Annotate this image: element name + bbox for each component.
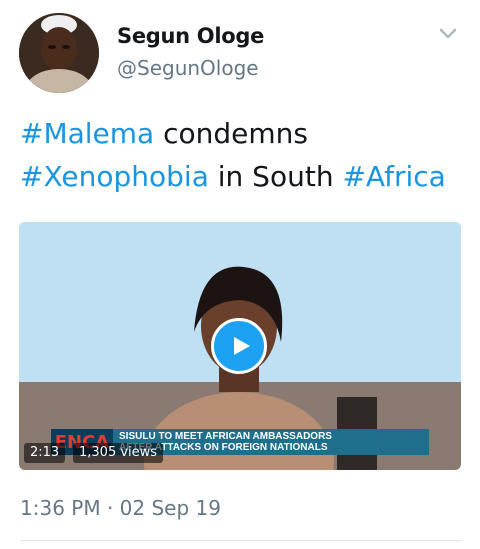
author-name[interactable]: Segun Ologe [117, 24, 264, 48]
video-player[interactable]: ENCA SISULU TO MEET AFRICAN AMBASSADORS … [19, 222, 461, 470]
play-icon [234, 337, 250, 355]
divider [20, 540, 462, 541]
tweet-text: #Malema condemns #Xenophobia in South #A… [20, 112, 465, 198]
hashtag-africa[interactable]: #Africa [342, 160, 445, 193]
tweet-text-segment: in South [208, 160, 343, 193]
video-duration: 2:13 [24, 443, 66, 463]
author-handle[interactable]: @SegunOloge [117, 56, 259, 80]
headline-line-1: SISULU TO MEET AFRICAN AMBASSADORS [119, 431, 332, 442]
hashtag-malema[interactable]: #Malema [20, 117, 154, 150]
tweet-text-segment: condemns [154, 117, 308, 150]
play-button[interactable] [211, 318, 267, 374]
chevron-down-icon[interactable] [438, 27, 458, 41]
video-views: 1,305 views [73, 443, 164, 463]
avatar[interactable] [19, 13, 99, 93]
headline-line-2: AFTER ATTACKS ON FOREIGN NATIONALS [119, 442, 328, 453]
hashtag-xenophobia[interactable]: #Xenophobia [20, 160, 209, 193]
avatar-icon [19, 13, 99, 93]
tweet-timestamp[interactable]: 1:36 PM · 02 Sep 19 [20, 496, 221, 520]
